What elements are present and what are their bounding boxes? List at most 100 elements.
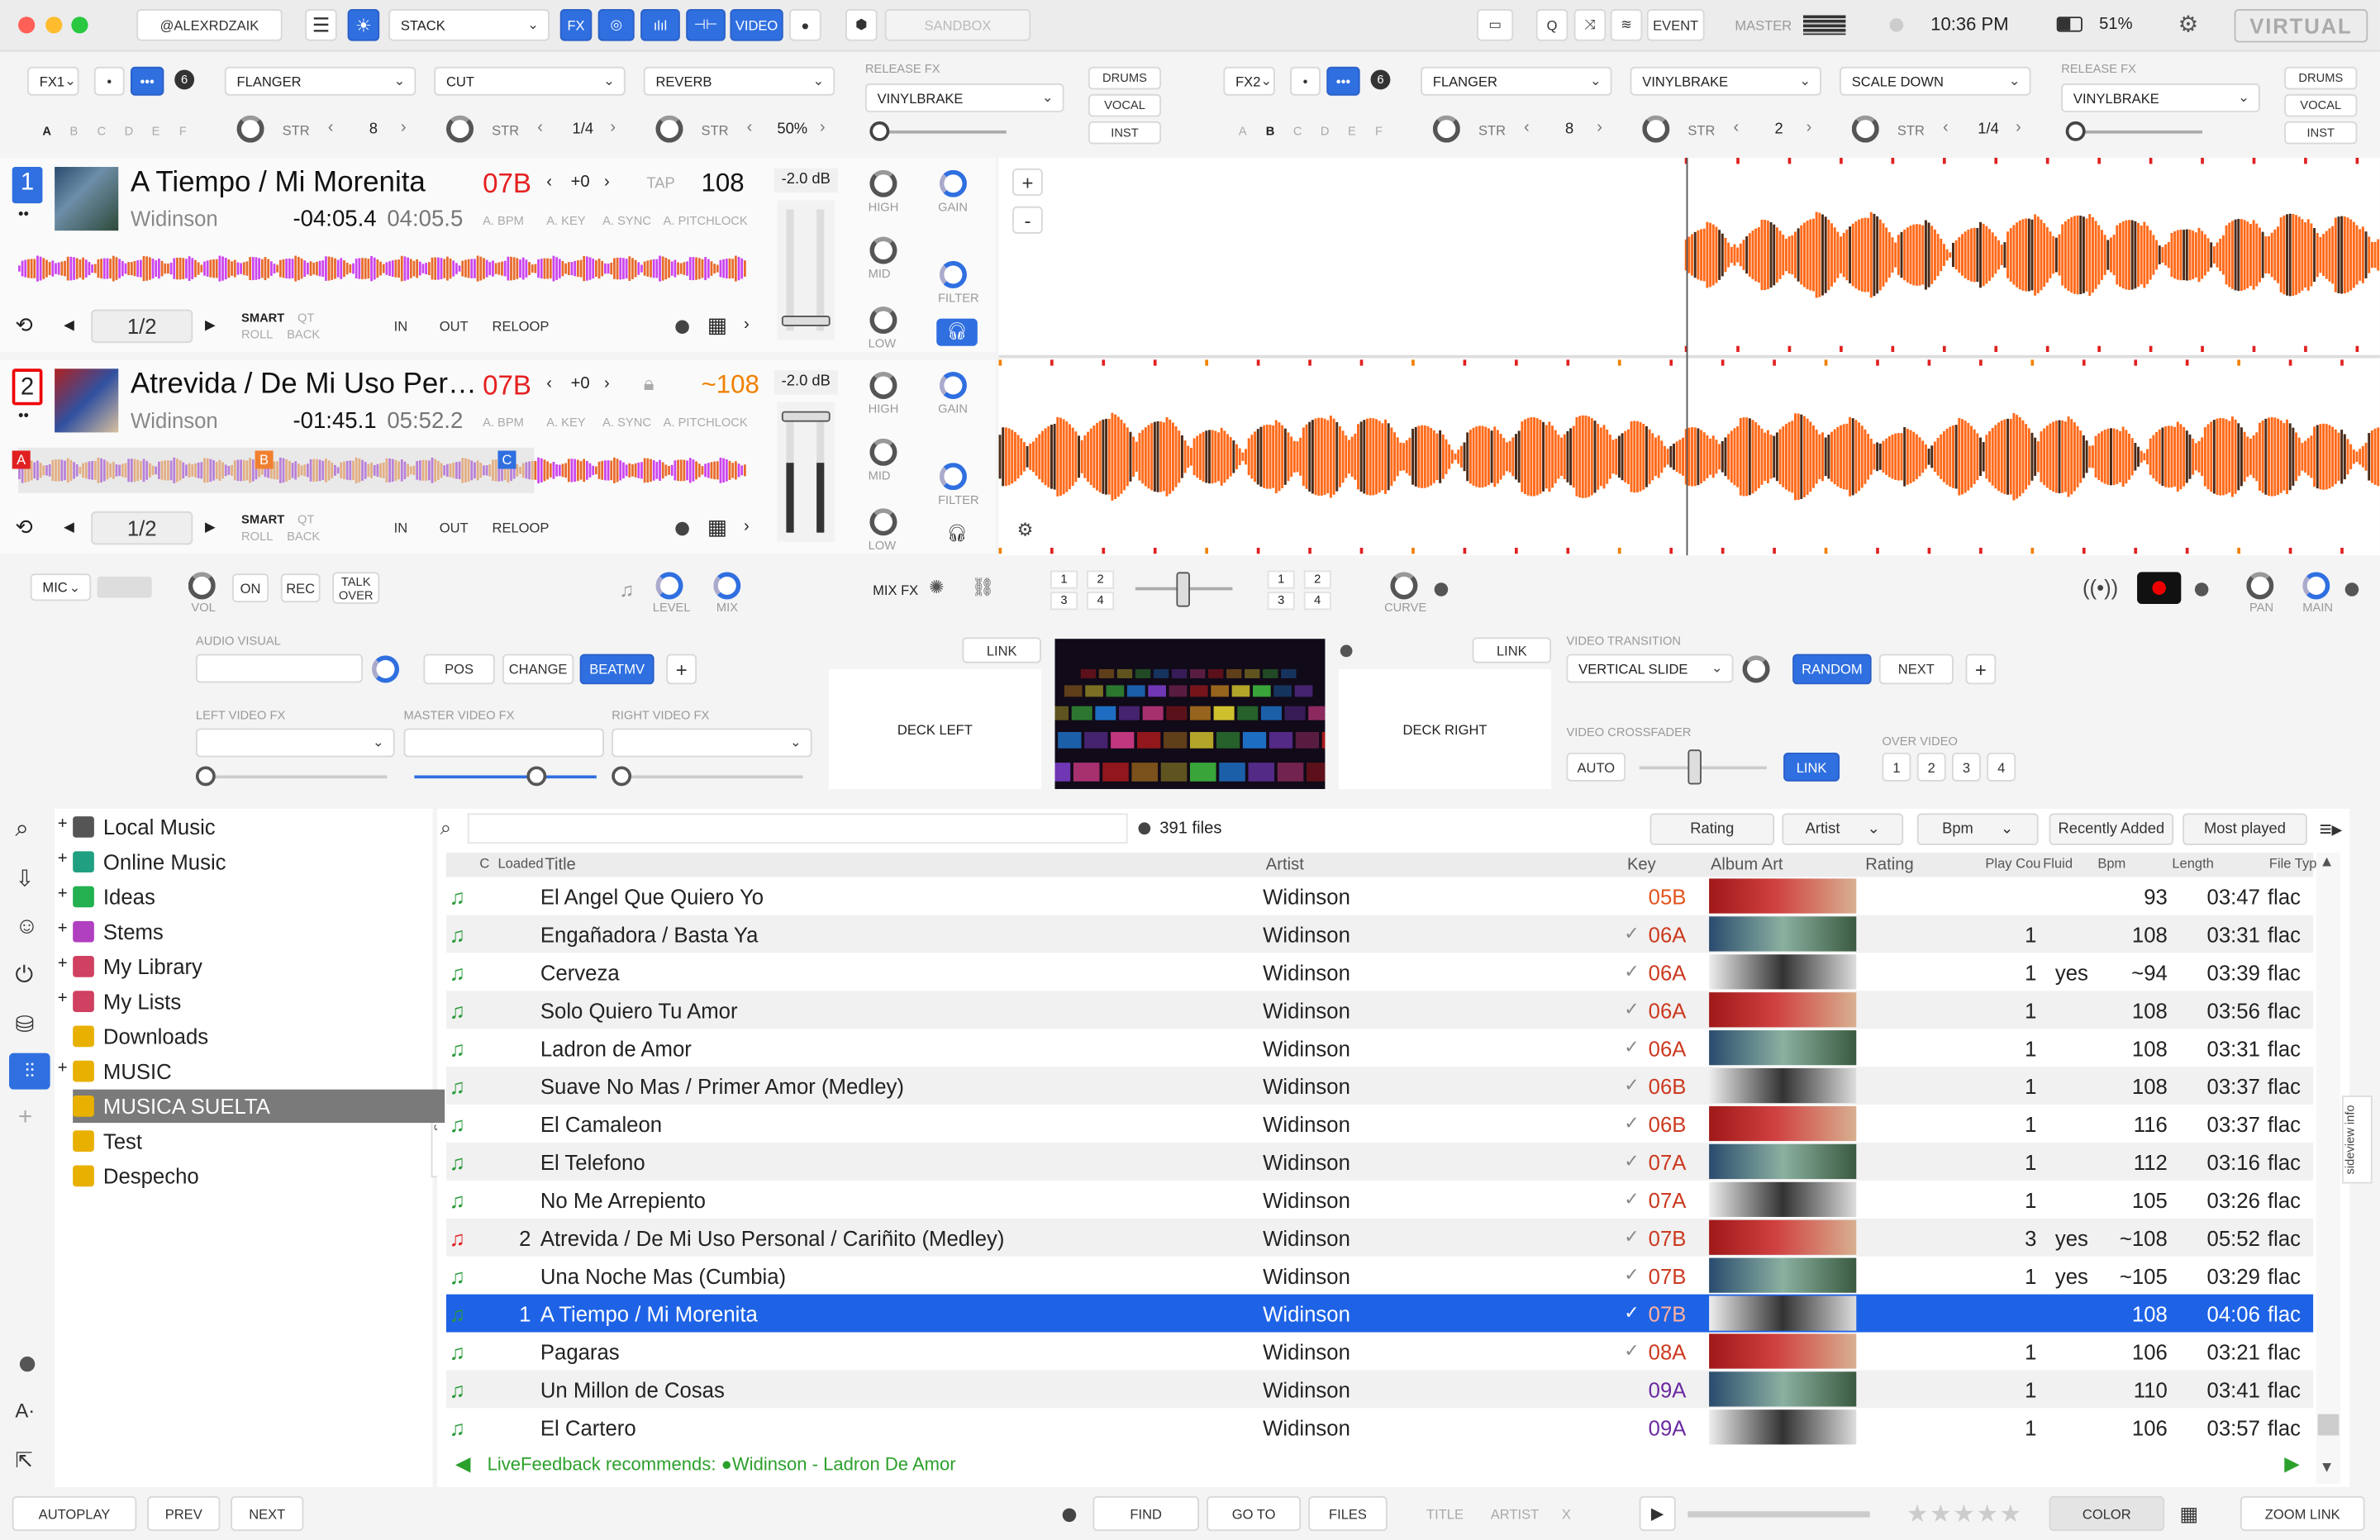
- broadcast-icon[interactable]: ((•)): [2082, 575, 2118, 599]
- stem-inst-button[interactable]: INST: [2284, 121, 2358, 145]
- video-transition-select[interactable]: VERTICAL SLIDE ⌄: [1566, 654, 1734, 683]
- cue-marker-A[interactable]: A: [12, 450, 31, 469]
- column-header-bpm[interactable]: Bpm: [2097, 856, 2125, 871]
- sideview-tab[interactable]: sideview info: [2342, 1096, 2373, 1184]
- fx-param-next-icon[interactable]: ›: [1597, 118, 1602, 136]
- filter-bpm[interactable]: Bpm ⌄: [1916, 813, 2039, 845]
- visuals-select[interactable]: VISUALS ⌄: [195, 654, 363, 683]
- deck-number[interactable]: 2: [12, 368, 43, 406]
- power-icon[interactable]: ⏻: [15, 962, 33, 987]
- fx-bank-F[interactable]: F: [179, 125, 187, 139]
- pads-next-icon[interactable]: ›: [744, 517, 750, 535]
- folder-despecho[interactable]: Despecho: [73, 1159, 445, 1192]
- talkover-button[interactable]: TALK OVER: [332, 572, 380, 604]
- tree-expand-icon[interactable]: +: [58, 849, 68, 867]
- table-row[interactable]: ♫ Suave No Mas / Primer Amor (Medley) Widi…: [445, 1067, 2314, 1105]
- stems-icon[interactable]: ⊣⊢: [686, 9, 726, 41]
- font-size-icon[interactable]: A·: [15, 1399, 35, 1422]
- left-video-fx-select[interactable]: ⌄: [195, 728, 395, 758]
- pads-grid-icon[interactable]: ▦: [707, 312, 727, 338]
- mixfx-pad[interactable]: 4: [1303, 592, 1331, 611]
- loop-out-button[interactable]: OUT: [430, 513, 478, 542]
- livefeedback-text[interactable]: LiveFeedback recommends: ●Widinson - Lad…: [488, 1453, 956, 1475]
- auto-flag[interactable]: A. KEY: [546, 214, 585, 228]
- waveform-deck1[interactable]: [1047, 158, 2380, 353]
- filter-recently-added[interactable]: Recently Added: [2049, 813, 2174, 845]
- over-video-button[interactable]: 2: [1916, 752, 1946, 782]
- tap-button[interactable]: TAP: [646, 176, 674, 192]
- fx-bank-C[interactable]: C: [1293, 125, 1302, 139]
- eq-filter-knob[interactable]: [939, 463, 967, 491]
- pads-grid-icon[interactable]: ▦: [707, 515, 727, 540]
- color-button[interactable]: COLOR: [2049, 1495, 2165, 1532]
- prev-button[interactable]: PREV: [147, 1495, 221, 1532]
- pan-knob[interactable]: [2246, 572, 2274, 600]
- sampler-icon[interactable]: ◎: [597, 9, 635, 41]
- find-button[interactable]: FIND: [1092, 1495, 1199, 1532]
- fx-effect-select[interactable]: REVERB ⌄: [643, 66, 835, 96]
- user-account-button[interactable]: @ALEXRDZAIK: [136, 9, 283, 41]
- mix-knob[interactable]: [713, 572, 741, 600]
- preview-progress[interactable]: [1687, 1511, 1870, 1518]
- column-header-album-art[interactable]: Album Art: [1711, 856, 1783, 874]
- waveform-deck2[interactable]: [998, 359, 2380, 554]
- scroll-thumb[interactable]: [2317, 1414, 2340, 1436]
- cue-dot[interactable]: [675, 320, 689, 335]
- right-video-fx-slider[interactable]: [612, 766, 803, 787]
- table-row[interactable]: ♫ El Telefono Widinson ✓ 07A 1 112 03:16 flac: [445, 1142, 2314, 1181]
- column-header-c[interactable]: C: [479, 856, 489, 871]
- fx-param-prev-icon[interactable]: ‹: [537, 118, 543, 136]
- fx-toggle-button[interactable]: FX: [559, 9, 593, 41]
- transition-knob[interactable]: [1742, 655, 1770, 683]
- fx-effect-knob[interactable]: [1432, 115, 1460, 143]
- fx-effect-knob[interactable]: [1642, 115, 1670, 143]
- fx-bank-F[interactable]: F: [1375, 125, 1383, 139]
- deck-overview-waveform[interactable]: [18, 447, 759, 493]
- mixfx-pulse-icon[interactable]: ✺: [929, 577, 944, 598]
- deck-menu-icon[interactable]: ••: [18, 207, 29, 223]
- cue-marker-C[interactable]: C: [497, 450, 516, 469]
- next-transition-button[interactable]: NEXT: [1878, 654, 1954, 685]
- table-row[interactable]: ♫ No Me Arrepiento Widinson ✓ 07A 1 105 03:26 fl…: [446, 1181, 2313, 1219]
- link-right-button[interactable]: LINK: [1472, 637, 1552, 663]
- change-button[interactable]: CHANGE: [502, 654, 574, 685]
- deck-menu-icon[interactable]: ••: [18, 408, 29, 425]
- fx-param-prev-icon[interactable]: ‹: [1943, 118, 1949, 136]
- layout-select[interactable]: STACK ⌄: [388, 9, 550, 41]
- auto-flag[interactable]: A. BPM: [483, 416, 524, 430]
- column-header-artist[interactable]: Artist: [1266, 856, 1304, 874]
- reloop-button[interactable]: RELOOP: [486, 311, 555, 340]
- autoplay-button[interactable]: AUTOPLAY: [12, 1495, 137, 1532]
- folder-online-music[interactable]: Online Music: [73, 845, 445, 878]
- over-video-button[interactable]: 3: [1951, 752, 1981, 782]
- roll-label[interactable]: ROLL: [241, 328, 273, 342]
- fx-bank-D[interactable]: D: [125, 125, 134, 139]
- loop-icon[interactable]: ⟲: [15, 312, 33, 338]
- link-icon[interactable]: ⛓: [971, 577, 994, 598]
- headphone-cue-button[interactable]: 🎧︎: [936, 520, 978, 548]
- mixfx-pad[interactable]: 1: [1050, 570, 1078, 589]
- folder-my-lists[interactable]: My Lists: [73, 985, 445, 1018]
- release-fx-slider[interactable]: [2065, 121, 2203, 141]
- folder-local-music[interactable]: Local Music: [73, 810, 445, 844]
- roll-label[interactable]: ROLL: [241, 530, 273, 544]
- settings-gear-icon[interactable]: ⚙: [2178, 11, 2199, 38]
- column-header-play-cou[interactable]: Play Cou: [1985, 856, 2040, 871]
- sandbox-button[interactable]: SANDBOX: [884, 9, 1031, 41]
- fx-single-button[interactable]: •: [93, 66, 125, 96]
- eq-mid-knob[interactable]: [869, 438, 897, 466]
- goto-button[interactable]: GO TO: [1207, 1495, 1302, 1532]
- filter-rating[interactable]: Rating: [1649, 813, 1775, 845]
- stem-drums-button[interactable]: DRUMS: [1088, 66, 1162, 90]
- release-fx-select[interactable]: VINYLBRAKE ⌄: [2061, 83, 2260, 112]
- eq-low-knob[interactable]: [869, 306, 897, 335]
- stem-vocal-button[interactable]: VOCAL: [2284, 93, 2358, 117]
- mixfx-pad[interactable]: 2: [1303, 570, 1331, 589]
- curve-knob[interactable]: [1390, 572, 1418, 600]
- fx-slot-select-right[interactable]: FX2 ⌄: [1223, 66, 1275, 96]
- right-video-fx-select[interactable]: ⌄: [612, 728, 812, 758]
- level-knob[interactable]: [655, 572, 683, 600]
- deck-key[interactable]: 07B: [483, 370, 531, 402]
- fx-bank-C[interactable]: C: [98, 125, 107, 139]
- waveform-settings-icon[interactable]: ⚙: [1017, 519, 1034, 540]
